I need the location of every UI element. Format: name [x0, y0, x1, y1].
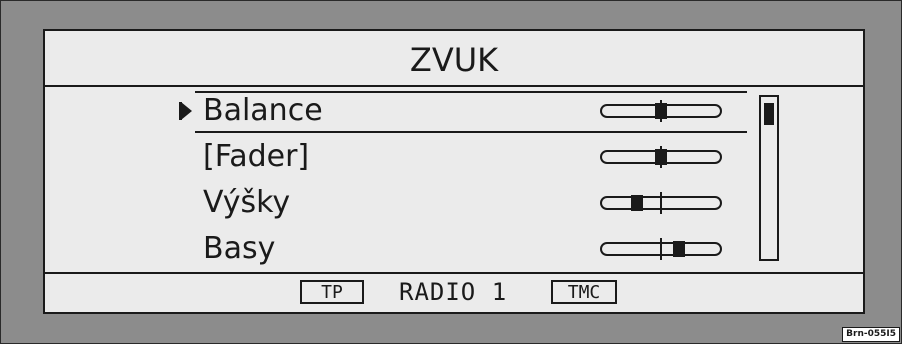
fader-slider[interactable]	[600, 146, 722, 168]
menu-scrollbar[interactable]	[759, 95, 779, 261]
treble-slider[interactable]	[600, 192, 722, 214]
menu-item-label: Basy	[203, 231, 276, 266]
display-frame: ZVUK Balance [Fader] Výšky Basy TP RADIO…	[0, 0, 902, 344]
menu-item-balance[interactable]: Balance	[45, 91, 863, 137]
menu-item-label: Výšky	[203, 185, 291, 220]
slider-knob[interactable]	[631, 195, 644, 211]
tp-badge: TP	[300, 280, 364, 304]
menu-item-fader[interactable]: [Fader]	[45, 137, 863, 183]
slider-knob[interactable]	[655, 103, 667, 119]
station-name: RADIO 1	[399, 278, 508, 306]
balance-slider[interactable]	[600, 100, 722, 122]
menu-item-treble[interactable]: Výšky	[45, 183, 863, 229]
status-bar: TP RADIO 1 TMC	[45, 272, 863, 312]
title-bar: ZVUK	[45, 31, 863, 87]
tmc-badge: TMC	[551, 280, 617, 304]
sound-menu: Balance [Fader] Výšky Basy	[45, 87, 863, 277]
slider-knob[interactable]	[655, 149, 667, 165]
selection-pointer-icon	[179, 102, 192, 120]
slider-center-tick	[660, 192, 662, 214]
figure-code: Brn-055I5	[842, 327, 900, 342]
page-title: ZVUK	[409, 41, 499, 79]
menu-item-bass[interactable]: Basy	[45, 229, 863, 275]
slider-knob[interactable]	[672, 241, 685, 257]
scrollbar-thumb[interactable]	[764, 103, 774, 125]
slider-center-tick	[660, 238, 662, 260]
menu-item-label: Balance	[203, 93, 323, 128]
menu-item-label: [Fader]	[203, 139, 310, 174]
radio-display: ZVUK Balance [Fader] Výšky Basy TP RADIO…	[43, 29, 865, 314]
bass-slider[interactable]	[600, 238, 722, 260]
